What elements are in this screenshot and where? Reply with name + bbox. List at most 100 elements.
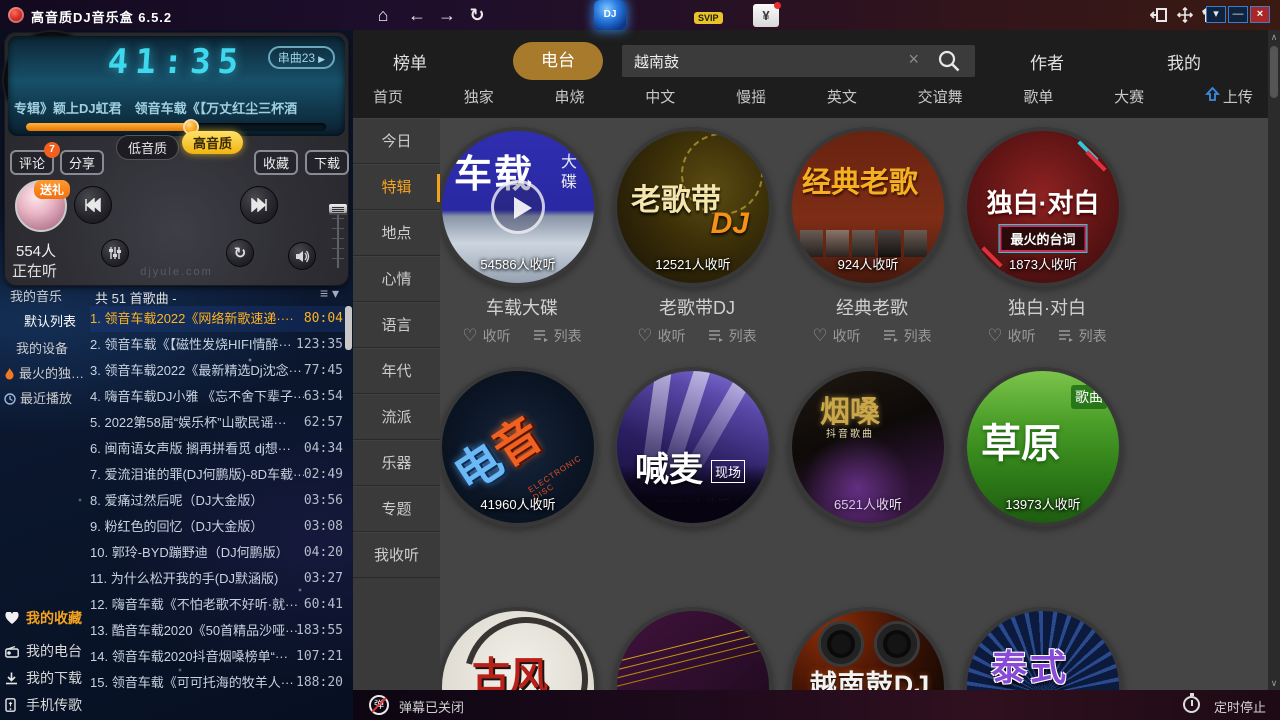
album-cover[interactable]: 古风 xyxy=(440,607,598,690)
category-era[interactable]: 年代 xyxy=(353,348,440,394)
home-icon[interactable]: ⌂ xyxy=(370,3,396,27)
song-row[interactable]: 5. 2022第58届“娱乐杯”山歌民谣···62:57 xyxy=(90,410,345,436)
song-row[interactable]: 4. 嗨音车载DJ小雅 《忘不舍下辈子···63:54 xyxy=(90,384,345,410)
album-title[interactable]: 老歌带DJ xyxy=(610,294,784,320)
quality-low-button[interactable]: 低音质 xyxy=(116,135,179,160)
mini-player-icon[interactable] xyxy=(1150,7,1168,23)
playlist-button[interactable]: 列表 xyxy=(708,326,757,346)
playlist-scrollbar[interactable] xyxy=(345,306,352,350)
next-button[interactable] xyxy=(240,186,278,224)
album-cover[interactable]: 经典老歌 924人收听 xyxy=(788,127,948,287)
sidebar-item-my-downloads[interactable]: 我的下载 xyxy=(5,668,82,688)
song-row[interactable]: 9. 粉红色的回忆（DJ大金版）03:08 xyxy=(90,514,345,540)
close-button[interactable]: × xyxy=(1250,6,1270,23)
search-icon[interactable] xyxy=(937,49,961,73)
listen-button[interactable]: ♡收听 xyxy=(637,326,685,346)
category-my-listening[interactable]: 我收听 xyxy=(353,532,440,578)
playlist-button[interactable]: 列表 xyxy=(533,326,582,346)
album-title[interactable]: 经典老歌 xyxy=(785,294,959,320)
album-cover[interactable]: 烟嗓 抖音歌曲 6521人收听 xyxy=(788,367,948,527)
song-row[interactable]: 14. 领音车载2020抖音烟嗓榜单“···107:21 xyxy=(90,644,345,670)
scroll-up-icon[interactable]: ∧ xyxy=(1268,30,1280,44)
sidebar-item-phone-transfer[interactable]: 手机传歌 xyxy=(5,695,82,715)
sidebar-item-recently-played[interactable]: 最近播放 xyxy=(4,388,72,408)
sidebar-item-my-music[interactable]: 我的音乐 xyxy=(10,286,62,305)
danmaku-status[interactable]: 弹幕已关闭 xyxy=(399,697,464,716)
download-button[interactable]: 下载 xyxy=(305,150,349,175)
search-input[interactable] xyxy=(634,45,884,77)
album-cover[interactable]: 草原 歌曲 13973人收听 xyxy=(963,367,1123,527)
category-special[interactable]: 特辑 xyxy=(353,164,440,210)
playlist-button[interactable]: 列表 xyxy=(883,326,932,346)
category-genre[interactable]: 流派 xyxy=(353,394,440,440)
album-cover[interactable]: 十 流行 xyxy=(613,607,773,690)
volume-slider-handle[interactable] xyxy=(329,204,347,215)
song-row[interactable]: 10. 郭玲-BYD蹦野迪（DJ何鹏版）04:20 xyxy=(90,540,345,566)
album-cover[interactable]: 喊麦 现场 27001人收听 xyxy=(613,367,773,527)
forward-icon[interactable]: → xyxy=(434,3,460,27)
equalizer-button[interactable] xyxy=(101,239,129,267)
album-cover[interactable]: 电音 ELECTRONIC DISC 41960人收听 xyxy=(440,367,598,527)
danmaku-off-icon[interactable]: 弹 xyxy=(369,695,389,715)
song-row[interactable]: 8. 爱痛过然后呢（DJ大金版）03:56 xyxy=(90,488,345,514)
gift-button[interactable]: 送礼 xyxy=(34,180,70,199)
album-title[interactable]: 车载大碟 xyxy=(440,294,609,320)
upload-link[interactable]: 上传 xyxy=(1205,86,1253,107)
song-row[interactable]: 2. 领音车载《【磁性发烧HIFI情醉···123:35 xyxy=(90,332,345,358)
queue-badge[interactable]: 串曲23▶ xyxy=(268,46,335,69)
back-icon[interactable]: ← xyxy=(404,3,430,27)
sidebar-item-default-list[interactable]: 默认列表 xyxy=(24,311,76,330)
share-button[interactable]: 分享 xyxy=(60,150,104,175)
subnav-english[interactable]: 英文 xyxy=(827,86,857,107)
clear-search-icon[interactable]: × xyxy=(908,49,919,70)
main-scrollbar-thumb[interactable] xyxy=(1270,46,1278,98)
sidebar-item-hottest[interactable]: 最火的独… xyxy=(4,363,84,383)
category-place[interactable]: 地点 xyxy=(353,210,440,256)
sidebar-item-my-device[interactable]: 我的设备 xyxy=(16,338,68,357)
tab-author[interactable]: 作者 xyxy=(1030,49,1064,74)
tab-mine[interactable]: 我的 xyxy=(1167,49,1201,74)
song-row[interactable]: 13. 酷音车载2020《50首精品沙哑···183:55 xyxy=(90,618,345,644)
album-title[interactable]: 独白·对白 xyxy=(960,294,1134,320)
dj-app-icon[interactable]: DJ xyxy=(594,0,626,30)
subnav-home[interactable]: 首页 xyxy=(373,86,403,107)
favorite-button[interactable]: 收藏 xyxy=(254,150,298,175)
song-row[interactable]: 15. 领音车载《可可托海的牧羊人···188:20 xyxy=(90,670,345,696)
song-row[interactable]: 12. 嗨音车载《不怕老歌不好听·就···60:41 xyxy=(90,592,345,618)
svip-badge[interactable]: SVIP xyxy=(694,12,723,24)
play-mode-button[interactable]: ↻ xyxy=(226,239,254,267)
main-scrollbar[interactable]: ∧ ∨ xyxy=(1268,30,1280,690)
category-instrument[interactable]: 乐器 xyxy=(353,440,440,486)
timer-icon[interactable] xyxy=(1183,696,1200,713)
category-today[interactable]: 今日 xyxy=(353,118,440,164)
album-cover[interactable]: 老歌带 DJ 12521人收听 xyxy=(613,127,773,287)
previous-button[interactable] xyxy=(74,186,112,224)
category-language[interactable]: 语言 xyxy=(353,302,440,348)
subnav-exclusive[interactable]: 独家 xyxy=(464,86,494,107)
song-row[interactable]: 11. 为什么松开我的手(DJ默涵版)03:27 xyxy=(90,566,345,592)
progress-bar[interactable] xyxy=(26,123,326,131)
album-cover[interactable]: 越南鼓DJ xyxy=(788,607,948,690)
song-row[interactable]: 3. 领音车载2022《最新精选Dj沈念···77:45 xyxy=(90,358,345,384)
listen-button[interactable]: ♡收听 xyxy=(987,326,1035,346)
red-envelope-icon[interactable]: ¥ xyxy=(753,4,779,27)
fullscreen-icon[interactable] xyxy=(1176,7,1194,23)
refresh-icon[interactable]: ↻ xyxy=(464,3,490,27)
subnav-ballroom[interactable]: 交谊舞 xyxy=(918,86,963,107)
tab-ranking[interactable]: 榜单 xyxy=(393,49,427,74)
sidebar-item-my-radio[interactable]: 我的电台 xyxy=(5,641,82,661)
song-row[interactable]: 1. 领音车载2022《网络新歌速递····80:04 xyxy=(90,306,345,332)
tray-dropdown-button[interactable]: ▾ xyxy=(1206,6,1226,23)
song-row[interactable]: 6. 闽南语女声版 搁再拼看觅 dj想···04:34 xyxy=(90,436,345,462)
scroll-down-icon[interactable]: ∨ xyxy=(1268,676,1280,690)
category-mood[interactable]: 心情 xyxy=(353,256,440,302)
subnav-slow[interactable]: 慢摇 xyxy=(736,86,766,107)
album-cover[interactable]: 独白·对白 最火的台词 1873人收听 xyxy=(963,127,1123,287)
category-topic[interactable]: 专题 xyxy=(353,486,440,532)
subnav-contest[interactable]: 大赛 xyxy=(1114,86,1144,107)
subnav-mix[interactable]: 串烧 xyxy=(555,86,585,107)
subnav-chinese[interactable]: 中文 xyxy=(645,86,675,107)
tab-radio[interactable]: 电台 xyxy=(513,42,603,80)
minimize-button[interactable]: — xyxy=(1228,6,1248,23)
timer-stop-label[interactable]: 定时停止 xyxy=(1214,697,1266,716)
